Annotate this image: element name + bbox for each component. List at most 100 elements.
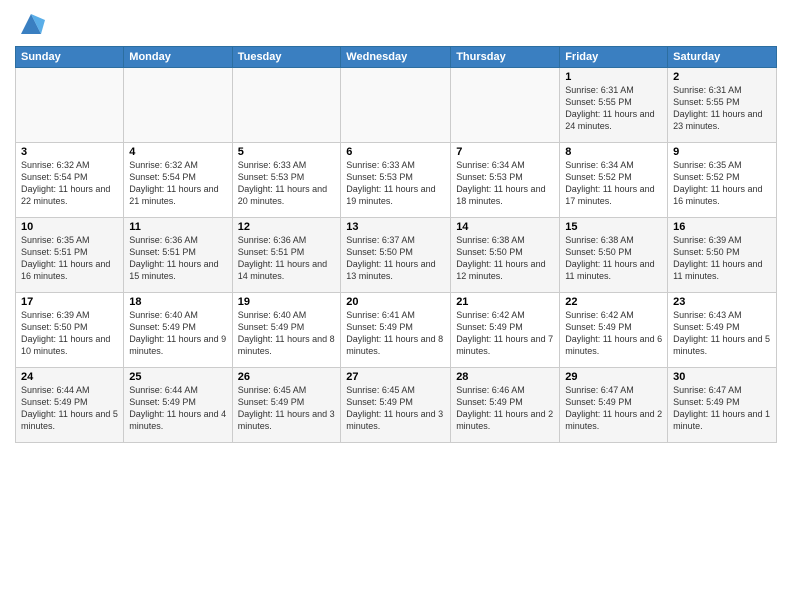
day-info: Sunrise: 6:42 AMSunset: 5:49 PMDaylight:… <box>565 309 662 358</box>
day-cell: 6Sunrise: 6:33 AMSunset: 5:53 PMDaylight… <box>341 143 451 218</box>
weekday-header-sunday: Sunday <box>16 47 124 68</box>
day-info: Sunrise: 6:44 AMSunset: 5:49 PMDaylight:… <box>129 384 226 433</box>
day-number: 8 <box>565 146 662 158</box>
logo <box>15 10 45 38</box>
day-number: 28 <box>456 371 554 383</box>
logo-text-block <box>15 10 45 38</box>
day-cell: 14Sunrise: 6:38 AMSunset: 5:50 PMDayligh… <box>451 218 560 293</box>
day-cell: 2Sunrise: 6:31 AMSunset: 5:55 PMDaylight… <box>668 68 777 143</box>
day-cell: 9Sunrise: 6:35 AMSunset: 5:52 PMDaylight… <box>668 143 777 218</box>
day-number: 19 <box>238 296 336 308</box>
day-info: Sunrise: 6:40 AMSunset: 5:49 PMDaylight:… <box>129 309 226 358</box>
day-info: Sunrise: 6:31 AMSunset: 5:55 PMDaylight:… <box>565 84 662 133</box>
day-cell: 18Sunrise: 6:40 AMSunset: 5:49 PMDayligh… <box>124 293 232 368</box>
day-number: 1 <box>565 71 662 83</box>
day-cell <box>124 68 232 143</box>
day-info: Sunrise: 6:35 AMSunset: 5:52 PMDaylight:… <box>673 159 771 208</box>
day-info: Sunrise: 6:34 AMSunset: 5:53 PMDaylight:… <box>456 159 554 208</box>
day-info: Sunrise: 6:36 AMSunset: 5:51 PMDaylight:… <box>238 234 336 283</box>
day-cell: 17Sunrise: 6:39 AMSunset: 5:50 PMDayligh… <box>16 293 124 368</box>
day-number: 3 <box>21 146 118 158</box>
week-row-3: 17Sunrise: 6:39 AMSunset: 5:50 PMDayligh… <box>16 293 777 368</box>
weekday-header-row: SundayMondayTuesdayWednesdayThursdayFrid… <box>16 47 777 68</box>
day-number: 11 <box>129 221 226 233</box>
page: SundayMondayTuesdayWednesdayThursdayFrid… <box>0 0 792 612</box>
day-info: Sunrise: 6:35 AMSunset: 5:51 PMDaylight:… <box>21 234 118 283</box>
day-info: Sunrise: 6:47 AMSunset: 5:49 PMDaylight:… <box>673 384 771 433</box>
day-info: Sunrise: 6:37 AMSunset: 5:50 PMDaylight:… <box>346 234 445 283</box>
day-info: Sunrise: 6:38 AMSunset: 5:50 PMDaylight:… <box>565 234 662 283</box>
day-cell: 21Sunrise: 6:42 AMSunset: 5:49 PMDayligh… <box>451 293 560 368</box>
day-cell: 16Sunrise: 6:39 AMSunset: 5:50 PMDayligh… <box>668 218 777 293</box>
day-cell: 3Sunrise: 6:32 AMSunset: 5:54 PMDaylight… <box>16 143 124 218</box>
day-cell <box>451 68 560 143</box>
day-number: 26 <box>238 371 336 383</box>
day-cell: 23Sunrise: 6:43 AMSunset: 5:49 PMDayligh… <box>668 293 777 368</box>
day-cell: 29Sunrise: 6:47 AMSunset: 5:49 PMDayligh… <box>560 368 668 443</box>
weekday-header-saturday: Saturday <box>668 47 777 68</box>
weekday-header-tuesday: Tuesday <box>232 47 341 68</box>
day-info: Sunrise: 6:32 AMSunset: 5:54 PMDaylight:… <box>129 159 226 208</box>
day-cell: 5Sunrise: 6:33 AMSunset: 5:53 PMDaylight… <box>232 143 341 218</box>
day-cell: 8Sunrise: 6:34 AMSunset: 5:52 PMDaylight… <box>560 143 668 218</box>
week-row-4: 24Sunrise: 6:44 AMSunset: 5:49 PMDayligh… <box>16 368 777 443</box>
week-row-0: 1Sunrise: 6:31 AMSunset: 5:55 PMDaylight… <box>16 68 777 143</box>
day-number: 12 <box>238 221 336 233</box>
day-info: Sunrise: 6:40 AMSunset: 5:49 PMDaylight:… <box>238 309 336 358</box>
day-info: Sunrise: 6:36 AMSunset: 5:51 PMDaylight:… <box>129 234 226 283</box>
day-number: 24 <box>21 371 118 383</box>
day-number: 23 <box>673 296 771 308</box>
day-cell: 19Sunrise: 6:40 AMSunset: 5:49 PMDayligh… <box>232 293 341 368</box>
day-info: Sunrise: 6:33 AMSunset: 5:53 PMDaylight:… <box>238 159 336 208</box>
day-cell: 25Sunrise: 6:44 AMSunset: 5:49 PMDayligh… <box>124 368 232 443</box>
day-cell: 27Sunrise: 6:45 AMSunset: 5:49 PMDayligh… <box>341 368 451 443</box>
day-info: Sunrise: 6:39 AMSunset: 5:50 PMDaylight:… <box>21 309 118 358</box>
weekday-header-monday: Monday <box>124 47 232 68</box>
day-number: 14 <box>456 221 554 233</box>
day-number: 2 <box>673 71 771 83</box>
day-number: 22 <box>565 296 662 308</box>
day-info: Sunrise: 6:33 AMSunset: 5:53 PMDaylight:… <box>346 159 445 208</box>
day-number: 15 <box>565 221 662 233</box>
day-number: 16 <box>673 221 771 233</box>
day-cell: 28Sunrise: 6:46 AMSunset: 5:49 PMDayligh… <box>451 368 560 443</box>
day-info: Sunrise: 6:47 AMSunset: 5:49 PMDaylight:… <box>565 384 662 433</box>
day-cell: 13Sunrise: 6:37 AMSunset: 5:50 PMDayligh… <box>341 218 451 293</box>
day-cell: 11Sunrise: 6:36 AMSunset: 5:51 PMDayligh… <box>124 218 232 293</box>
logo-icon <box>17 10 45 38</box>
day-number: 18 <box>129 296 226 308</box>
weekday-header-wednesday: Wednesday <box>341 47 451 68</box>
day-number: 7 <box>456 146 554 158</box>
day-number: 27 <box>346 371 445 383</box>
day-number: 5 <box>238 146 336 158</box>
day-cell: 26Sunrise: 6:45 AMSunset: 5:49 PMDayligh… <box>232 368 341 443</box>
day-cell: 24Sunrise: 6:44 AMSunset: 5:49 PMDayligh… <box>16 368 124 443</box>
day-cell: 10Sunrise: 6:35 AMSunset: 5:51 PMDayligh… <box>16 218 124 293</box>
weekday-header-friday: Friday <box>560 47 668 68</box>
day-number: 20 <box>346 296 445 308</box>
day-cell: 30Sunrise: 6:47 AMSunset: 5:49 PMDayligh… <box>668 368 777 443</box>
day-cell: 20Sunrise: 6:41 AMSunset: 5:49 PMDayligh… <box>341 293 451 368</box>
day-cell <box>341 68 451 143</box>
weekday-header-thursday: Thursday <box>451 47 560 68</box>
day-info: Sunrise: 6:39 AMSunset: 5:50 PMDaylight:… <box>673 234 771 283</box>
day-cell: 22Sunrise: 6:42 AMSunset: 5:49 PMDayligh… <box>560 293 668 368</box>
day-number: 6 <box>346 146 445 158</box>
day-number: 30 <box>673 371 771 383</box>
day-info: Sunrise: 6:31 AMSunset: 5:55 PMDaylight:… <box>673 84 771 133</box>
day-info: Sunrise: 6:44 AMSunset: 5:49 PMDaylight:… <box>21 384 118 433</box>
day-number: 29 <box>565 371 662 383</box>
day-cell: 15Sunrise: 6:38 AMSunset: 5:50 PMDayligh… <box>560 218 668 293</box>
day-number: 13 <box>346 221 445 233</box>
day-number: 21 <box>456 296 554 308</box>
calendar-table: SundayMondayTuesdayWednesdayThursdayFrid… <box>15 46 777 443</box>
day-info: Sunrise: 6:45 AMSunset: 5:49 PMDaylight:… <box>346 384 445 433</box>
header <box>15 10 777 38</box>
day-number: 17 <box>21 296 118 308</box>
day-cell: 12Sunrise: 6:36 AMSunset: 5:51 PMDayligh… <box>232 218 341 293</box>
day-cell <box>232 68 341 143</box>
day-info: Sunrise: 6:34 AMSunset: 5:52 PMDaylight:… <box>565 159 662 208</box>
day-number: 9 <box>673 146 771 158</box>
day-number: 10 <box>21 221 118 233</box>
day-cell: 4Sunrise: 6:32 AMSunset: 5:54 PMDaylight… <box>124 143 232 218</box>
